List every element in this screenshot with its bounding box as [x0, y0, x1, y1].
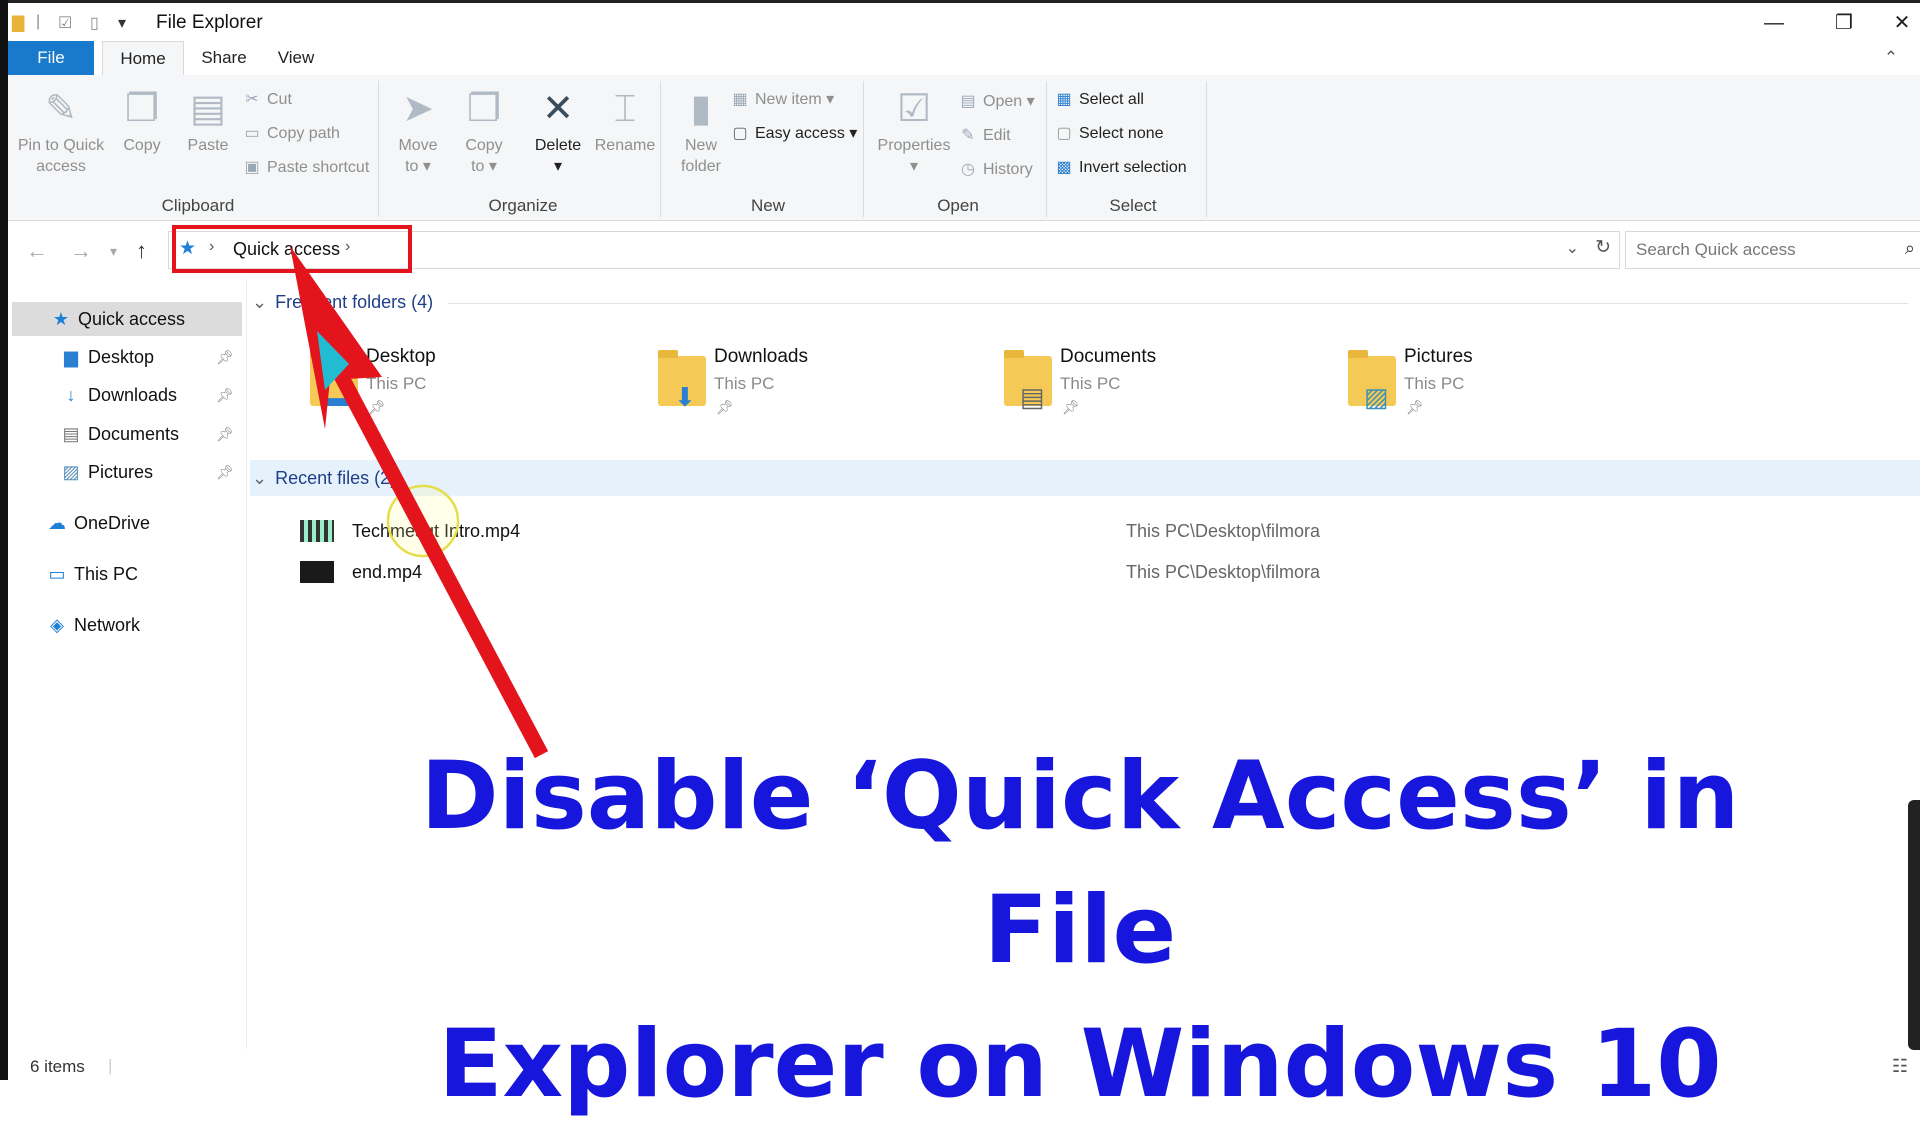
video-caption: Disable ‘Quick Access’ in File Explorer … [330, 730, 1830, 1132]
caption-line-2: Explorer on Windows 10 [438, 1010, 1722, 1119]
caption-line-1: Disable ‘Quick Access’ in File [420, 742, 1740, 985]
red-arrow-shaft [309, 325, 549, 759]
red-arrow-head [290, 246, 382, 429]
